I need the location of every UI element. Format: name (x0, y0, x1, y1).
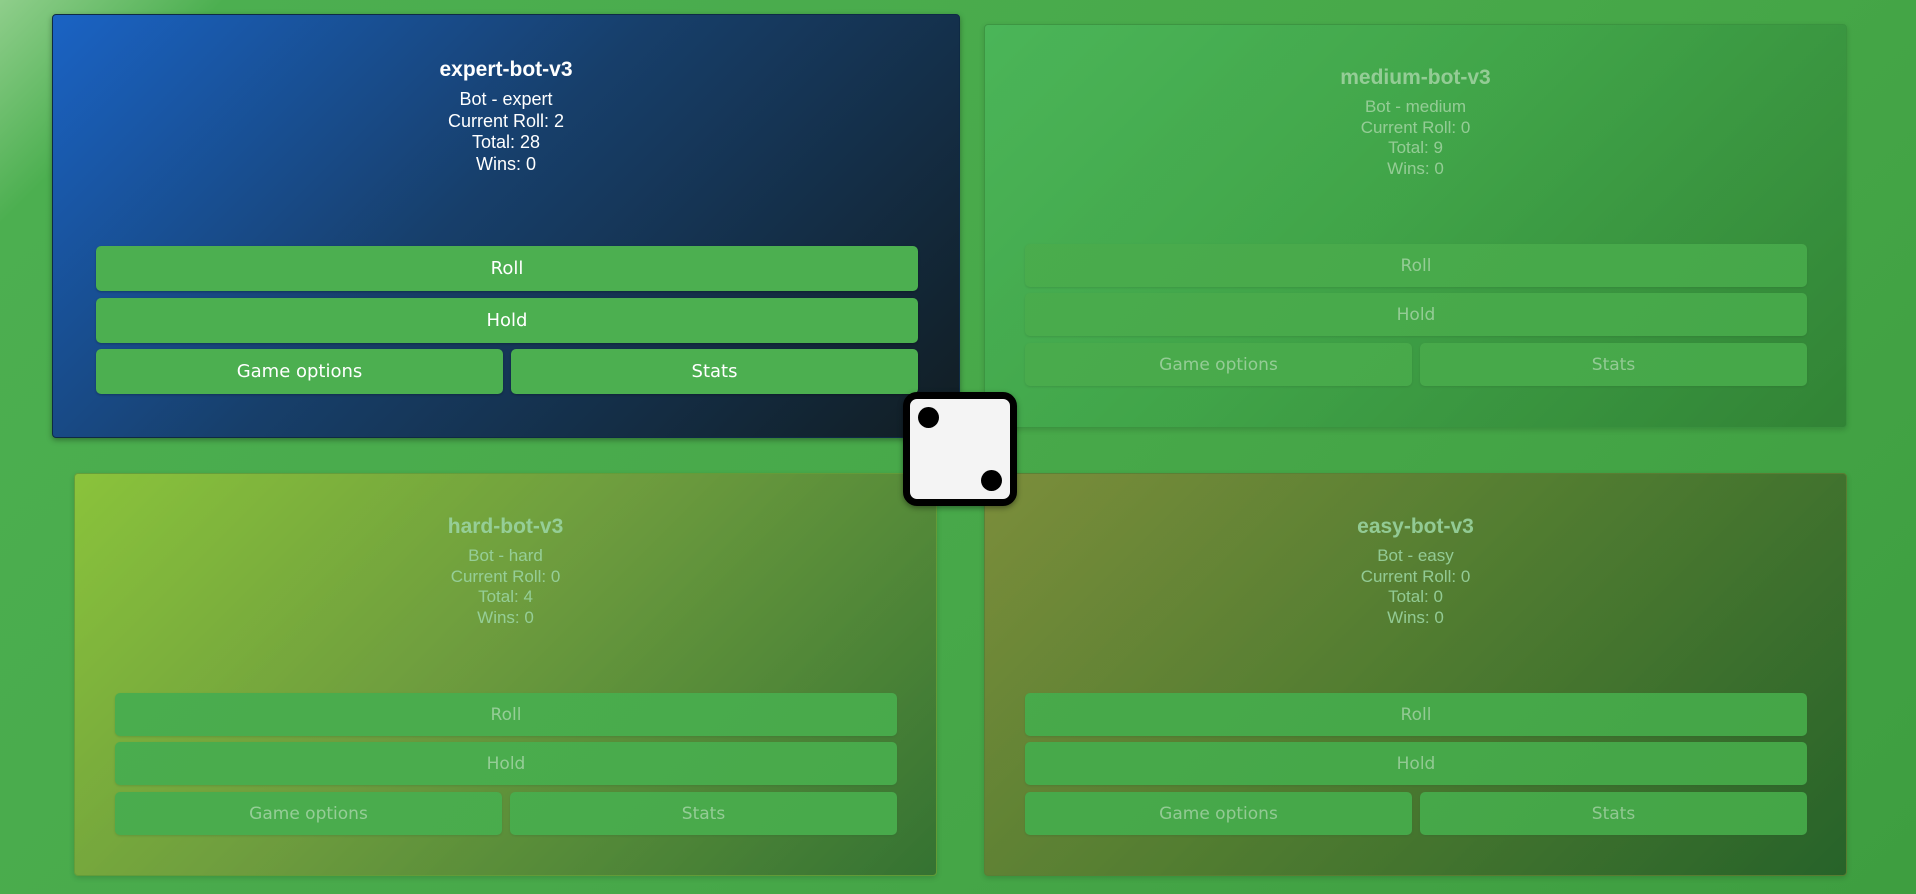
roll-button[interactable]: Roll (1025, 244, 1807, 287)
stats-button[interactable]: Stats (1420, 792, 1807, 835)
player-type: Bot - expert (459, 89, 553, 109)
player-type: Bot - easy (1377, 546, 1454, 565)
player-name: medium-bot-v3 (1340, 66, 1491, 89)
stats-button[interactable]: Stats (511, 349, 918, 394)
stats-button[interactable]: Stats (510, 792, 897, 835)
player-name: easy-bot-v3 (1357, 515, 1474, 538)
game-options-button[interactable]: Game options (1025, 343, 1412, 386)
current-roll: Current Roll: 0 (450, 566, 561, 586)
player-name: hard-bot-v3 (447, 515, 564, 538)
player-info: hard-bot-v3 Bot - hard Current Roll: 0 T… (75, 514, 936, 628)
current-roll: Current Roll: 0 (1360, 566, 1471, 586)
player-info: medium-bot-v3 Bot - medium Current Roll:… (985, 65, 1846, 179)
roll-button[interactable]: Roll (1025, 693, 1807, 736)
total-score: Total: 28 (471, 132, 541, 152)
player-info: easy-bot-v3 Bot - easy Current Roll: 0 T… (985, 514, 1846, 628)
current-roll: Current Roll: 0 (1360, 117, 1471, 137)
wins-count: Wins: 0 (477, 607, 534, 627)
player-panel-expert: expert-bot-v3 Bot - expert Current Roll:… (52, 14, 960, 438)
dice-pip-top-left (918, 407, 939, 428)
player-type: Bot - medium (1364, 97, 1467, 116)
dice-pip-bottom-right (981, 470, 1002, 491)
player-panel-easy: easy-bot-v3 Bot - easy Current Roll: 0 T… (984, 473, 1847, 876)
total-score: Total: 9 (1388, 138, 1443, 158)
player-info: expert-bot-v3 Bot - expert Current Roll:… (53, 57, 959, 175)
dice (903, 392, 1017, 506)
hold-button[interactable]: Hold (115, 742, 897, 785)
wins-count: Wins: 0 (1387, 158, 1444, 178)
stats-button[interactable]: Stats (1420, 343, 1807, 386)
game-options-button[interactable]: Game options (115, 792, 502, 835)
game-options-button[interactable]: Game options (96, 349, 503, 394)
player-name: expert-bot-v3 (439, 58, 573, 81)
total-score: Total: 0 (1388, 587, 1443, 607)
total-score: Total: 4 (478, 587, 533, 607)
game-options-button[interactable]: Game options (1025, 792, 1412, 835)
hold-button[interactable]: Hold (1025, 293, 1807, 336)
current-roll: Current Roll: 2 (447, 110, 565, 131)
wins-count: Wins: 0 (475, 153, 536, 174)
hold-button[interactable]: Hold (1025, 742, 1807, 785)
roll-button[interactable]: Roll (115, 693, 897, 736)
player-panel-hard: hard-bot-v3 Bot - hard Current Roll: 0 T… (74, 473, 937, 876)
player-panel-medium: medium-bot-v3 Bot - medium Current Roll:… (984, 24, 1847, 428)
hold-button[interactable]: Hold (96, 298, 918, 343)
roll-button[interactable]: Roll (96, 246, 918, 291)
player-type: Bot - hard (468, 546, 543, 565)
wins-count: Wins: 0 (1387, 607, 1444, 627)
